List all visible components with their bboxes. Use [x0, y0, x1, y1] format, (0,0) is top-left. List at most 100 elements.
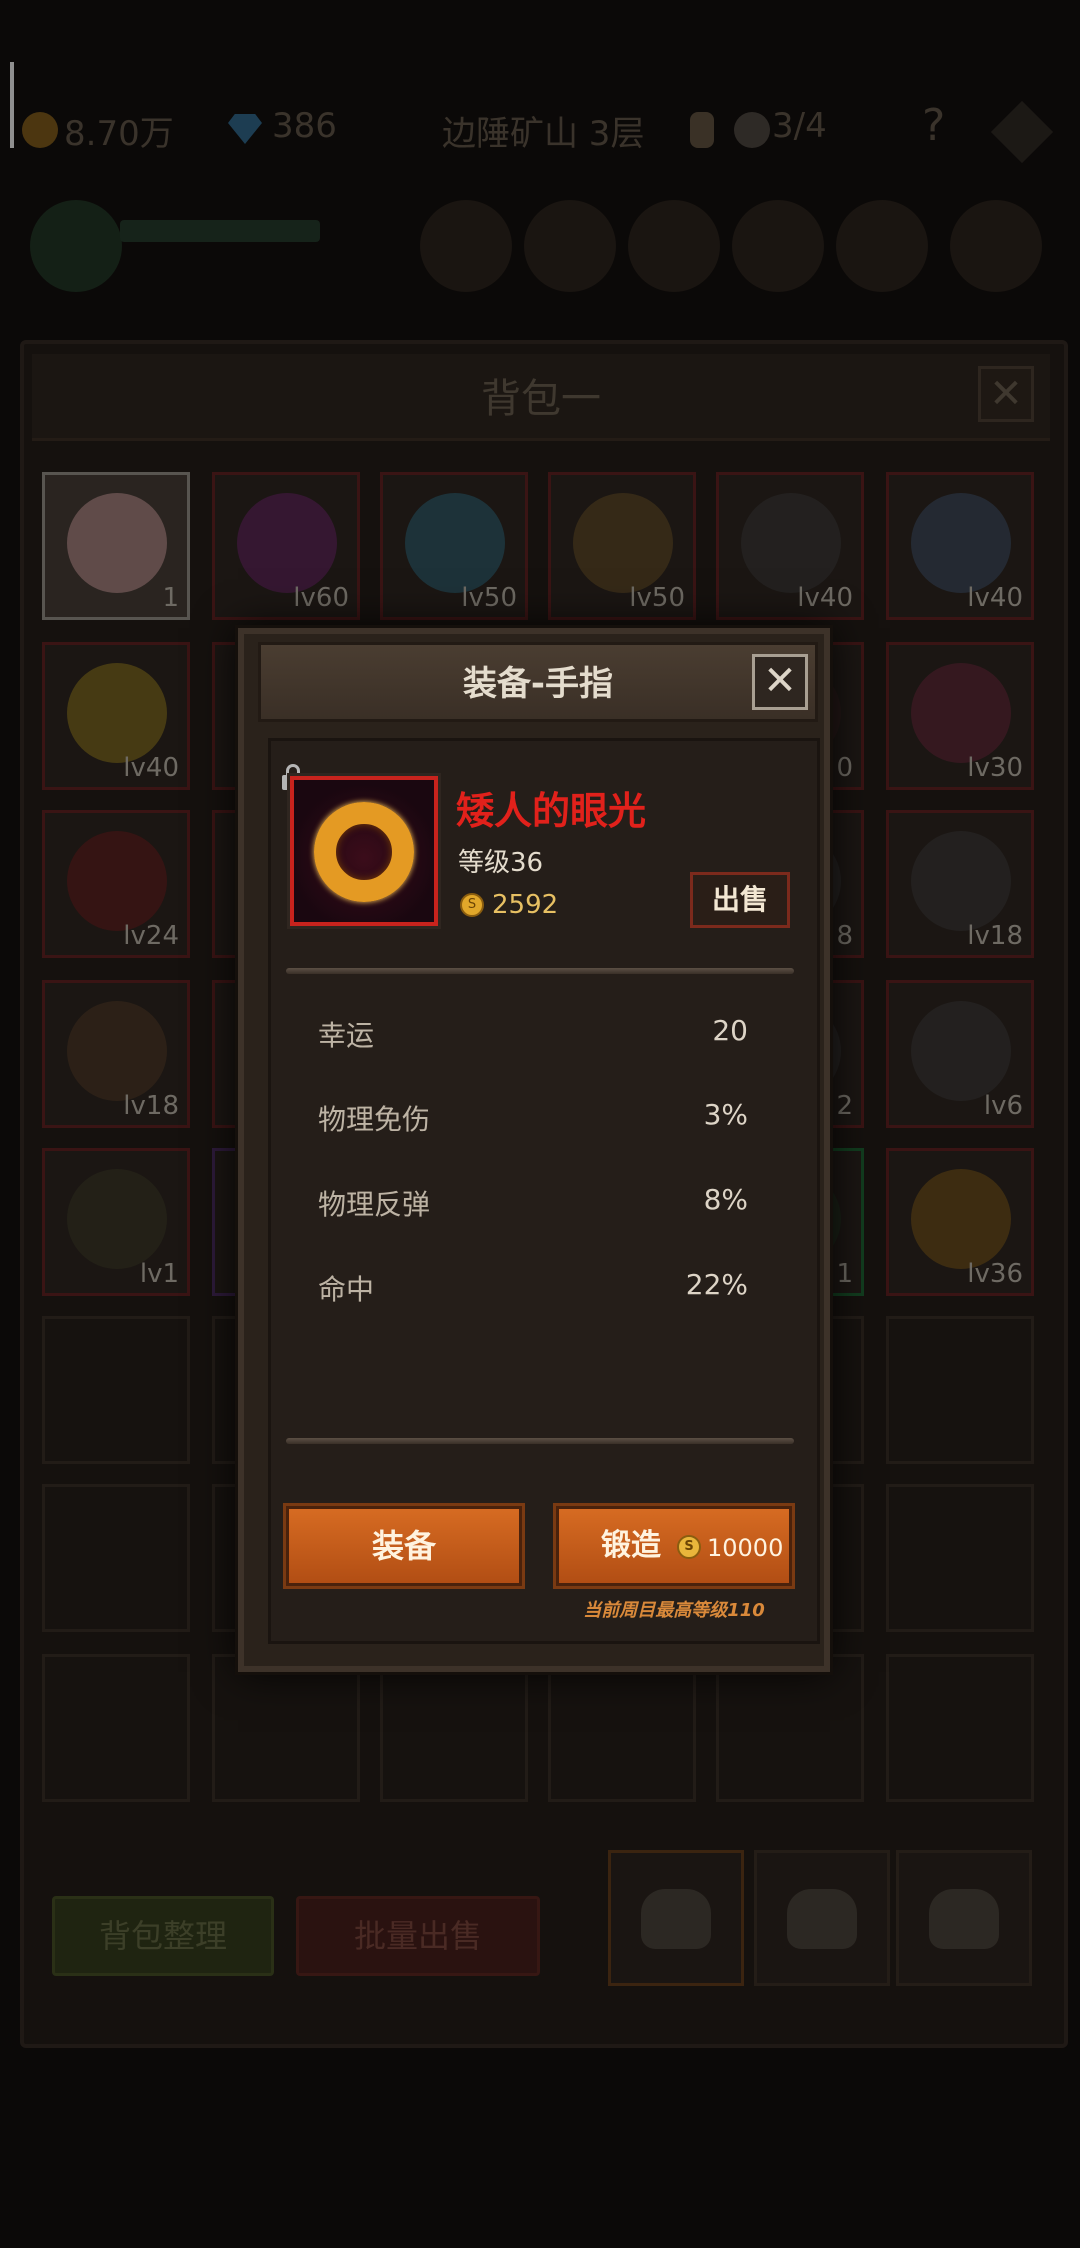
item-icon	[911, 493, 1011, 593]
slot-level-label: lv1	[139, 1259, 179, 1289]
clock-icon[interactable]	[524, 200, 616, 292]
slot-level-label: 1	[162, 583, 179, 613]
inventory-slot[interactable]: lv30	[886, 642, 1034, 790]
slot-level-label: lv40	[797, 583, 853, 613]
item-icon	[573, 493, 673, 593]
bulk-sell-button[interactable]: 批量出售	[296, 1896, 540, 1976]
forge-label: 锻造	[601, 1528, 661, 1563]
slot-level-label: lv40	[123, 753, 179, 783]
forge-cost: 10000	[707, 1534, 784, 1562]
empty-slot[interactable]	[212, 1654, 360, 1802]
divider-bottom	[286, 1438, 794, 1444]
slot-level-label: lv50	[461, 583, 517, 613]
menu-icon[interactable]	[950, 200, 1042, 292]
empty-slot[interactable]	[886, 1316, 1034, 1464]
empty-slot[interactable]	[886, 1484, 1034, 1632]
key-icon	[690, 112, 714, 148]
item-icon	[911, 1169, 1011, 1269]
location-label[interactable]: 边陲矿山 3层	[442, 106, 644, 155]
armor-icon[interactable]	[732, 200, 824, 292]
inventory-slot[interactable]: lv60	[212, 472, 360, 620]
slot-level-label: lv18	[967, 921, 1023, 951]
inventory-slot[interactable]: lv6	[886, 980, 1034, 1128]
item-icon	[67, 1001, 167, 1101]
dialog-title: 装备-手指	[462, 664, 614, 704]
slot-level-label: lv50	[629, 583, 685, 613]
inventory-slot[interactable]: lv50	[380, 472, 528, 620]
feature-icons-row	[0, 190, 1080, 330]
inventory-slot[interactable]: lv1	[42, 1148, 190, 1296]
empty-slot[interactable]	[886, 1654, 1034, 1802]
item-icon	[911, 831, 1011, 931]
inventory-slot[interactable]: lv40	[42, 642, 190, 790]
stat-name: 物理反弹	[318, 1188, 431, 1221]
equip-button[interactable]: 装备	[283, 1503, 525, 1589]
bag-close-button[interactable]: ✕	[978, 366, 1034, 422]
empty-slot[interactable]	[42, 1484, 190, 1632]
help-button[interactable]: ?	[922, 100, 945, 151]
inventory-slot[interactable]: lv36	[886, 1148, 1034, 1296]
stat-row: 物理反弹 8%	[318, 1183, 748, 1223]
item-icon	[67, 1169, 167, 1269]
item-name: 矮人的眼光	[456, 789, 647, 833]
empty-slot[interactable]	[42, 1654, 190, 1802]
gem-icon	[228, 114, 262, 144]
slot-level-label: lv40	[967, 583, 1023, 613]
top-hud: 8.70万 386 边陲矿山 3层 3/4 ?	[0, 60, 1080, 200]
skull-count: 3/4	[772, 106, 827, 146]
bag-title: 背包一	[481, 376, 601, 422]
item-icon	[67, 663, 167, 763]
inventory-slot[interactable]: lv40	[886, 472, 1034, 620]
bag-tab-3[interactable]	[896, 1850, 1032, 1986]
gold-amount: 8.70万	[64, 114, 174, 154]
slot-level-label: lv30	[967, 753, 1023, 783]
text-cursor	[10, 62, 14, 148]
player-avatar[interactable]	[30, 200, 122, 292]
skull-icon	[734, 112, 770, 148]
gift-icon[interactable]	[628, 200, 720, 292]
gold-ring-icon	[314, 802, 414, 902]
item-icon	[67, 831, 167, 931]
item-icon	[911, 1001, 1011, 1101]
inventory-slot[interactable]: lv18	[886, 810, 1034, 958]
bag-tab-1[interactable]	[608, 1850, 744, 1986]
shop-icon[interactable]	[420, 200, 512, 292]
weapon-icon[interactable]	[836, 200, 928, 292]
stat-name: 幸运	[318, 1019, 375, 1052]
inventory-slot[interactable]: lv18	[42, 980, 190, 1128]
stat-row: 幸运 20	[318, 1014, 748, 1054]
stat-row: 命中 22%	[318, 1268, 748, 1308]
stat-value: 8%	[703, 1183, 748, 1216]
stat-name: 命中	[318, 1273, 375, 1306]
stat-value: 20	[712, 1014, 748, 1047]
item-icon	[67, 493, 167, 593]
empty-slot[interactable]	[716, 1654, 864, 1802]
slot-level-label: lv60	[293, 583, 349, 613]
stat-row: 物理免伤 3%	[318, 1098, 748, 1138]
slot-level-label: lv36	[967, 1259, 1023, 1289]
settings-icon[interactable]	[990, 100, 1054, 164]
inventory-slot[interactable]: 1	[42, 472, 190, 620]
empty-slot[interactable]	[380, 1654, 528, 1802]
slot-level-label: lv24	[123, 921, 179, 951]
sort-bag-button[interactable]: 背包整理	[52, 1896, 274, 1976]
sell-button[interactable]: 出售	[690, 872, 790, 928]
inventory-slot[interactable]: lv24	[42, 810, 190, 958]
slot-level-label: 2	[836, 1091, 853, 1121]
dialog-close-button[interactable]: ✕	[752, 654, 808, 710]
forge-button[interactable]: 锻造 S 10000	[553, 1503, 795, 1589]
inventory-slot[interactable]: lv50	[548, 472, 696, 620]
inventory-slot[interactable]: lv40	[716, 472, 864, 620]
bag-tab-2[interactable]	[754, 1850, 890, 1986]
stat-value: 22%	[685, 1268, 748, 1301]
coin-icon: S	[460, 893, 484, 917]
backpack-icon	[787, 1889, 857, 1949]
backpack-icon	[929, 1889, 999, 1949]
stat-name: 物理免伤	[318, 1103, 431, 1136]
slot-level-label: lv18	[123, 1091, 179, 1121]
empty-slot[interactable]	[42, 1316, 190, 1464]
slot-level-label: 0	[836, 753, 853, 783]
empty-slot[interactable]	[548, 1654, 696, 1802]
item-icon	[405, 493, 505, 593]
backpack-icon	[641, 1889, 711, 1949]
